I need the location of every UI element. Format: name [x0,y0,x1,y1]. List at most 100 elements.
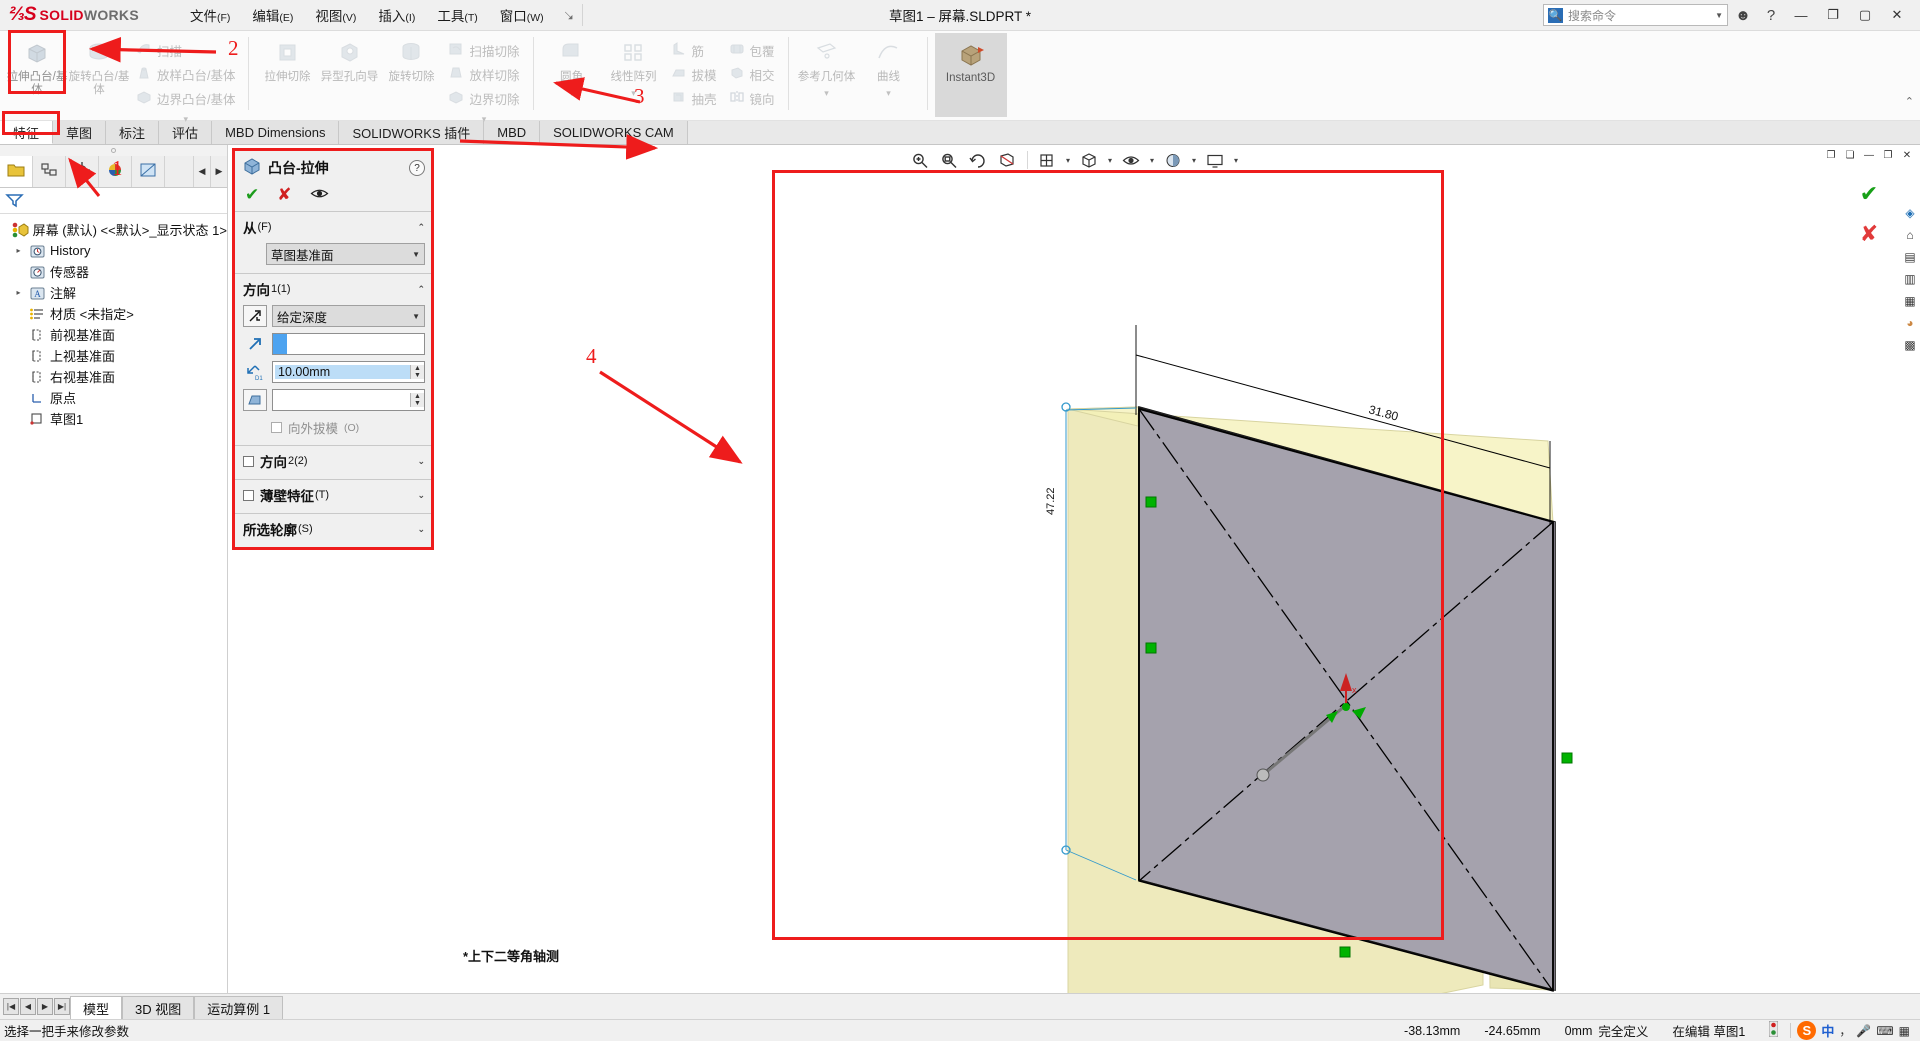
chevron-down-icon[interactable]: ⌄ [417,524,425,535]
linear-pattern-button[interactable]: 线性阵列 [603,33,665,84]
tab-solidworks-cam[interactable]: SOLIDWORKS CAM [540,121,688,144]
tree-item-annotations[interactable]: ▸ A 注解 [4,282,227,303]
chevron-down-icon[interactable]: ▼ [412,312,420,321]
boss-group-caret[interactable]: ▾ [130,110,241,128]
menu-tools[interactable]: 工具(T) [426,0,488,30]
doc-tab-3dviews[interactable]: 3D 视图 [122,996,195,1019]
swept-cut-button[interactable]: 扫描切除 [442,38,525,62]
reference-geometry-button[interactable]: 参考几何体 [796,33,858,84]
tree-item-front-plane[interactable]: 前视基准面 [4,324,227,345]
section-direction2[interactable]: 方向 2(2) ⌄ [235,446,431,480]
hole-wizard-button[interactable]: 异型孔向导 [318,33,380,84]
search-input[interactable]: 🔍 搜索命令 ▼ [1543,4,1728,26]
rib-button[interactable]: 筋 [665,38,723,62]
refgeo-caret[interactable]: ▾ [824,84,829,102]
chevron-down-icon[interactable]: ▼ [412,250,420,259]
cancel-button[interactable]: ✘ [277,185,291,205]
instant3d-button[interactable]: Instant3D [934,33,1007,117]
section-selected-contours[interactable]: 所选轮廓 (S) ⌄ [235,514,431,547]
depth-spinner[interactable]: ▲ ▼ [410,365,424,379]
chevron-down-icon[interactable]: ▼ [1715,11,1723,20]
fillet-caret[interactable]: ▾ [569,84,574,102]
boundary-cut-button[interactable]: 边界切除 [442,86,525,110]
spin-up[interactable]: ▲ [411,365,424,372]
tree-item-material[interactable]: 材质 <未指定> [4,303,227,324]
ok-button[interactable]: ✔ [245,185,259,205]
minimize-button[interactable]: — [1786,2,1816,28]
tree-item-part[interactable]: 屏幕 (默认) <<默认>_显示状态 1> [4,219,227,240]
tab-prev-button[interactable]: ◀ [20,998,36,1015]
tree-item-history[interactable]: ▸ History [4,240,227,261]
ime-punctuation-icon[interactable]: ， [1839,1022,1851,1039]
draft-button[interactable]: 拔模 [665,62,723,86]
draft-angle-input[interactable]: ▲ ▼ [272,389,425,411]
menu-window[interactable]: 窗口(W) [489,0,555,30]
tab-first-button[interactable]: |◀ [3,998,19,1015]
chevron-down-icon[interactable]: ⌄ [417,456,425,467]
nav-prev-arrow[interactable]: ◀ [193,156,210,187]
graphics-area[interactable]: ▾ ▾ ▾ ▾ ▾ ❐ ❏ — ❐ ✕ ✔ ✘ ◈ ⌂ ▤ ▥ ▦ ◕ ▩ 31… [228,145,1920,993]
draft-outward-row[interactable]: 向外拔模 (O) [243,418,425,437]
menu-edit[interactable]: 编辑(E) [241,0,304,30]
help-icon[interactable]: ? [409,160,425,176]
tab-last-button[interactable]: ▶| [54,998,70,1015]
tree-item-right-plane[interactable]: 右视基准面 [4,366,227,387]
section-direction1-header[interactable]: 方向 1(1) ⌃ [243,279,425,299]
tree-item-origin[interactable]: 原点 [4,387,227,408]
depth-input[interactable]: 10.00mm ▲ ▼ [272,361,425,383]
chevron-up-icon[interactable]: ⌃ [417,284,425,295]
close-button[interactable]: ✕ [1882,2,1912,28]
spin-down[interactable]: ▼ [411,400,424,407]
curves-caret[interactable]: ▾ [886,84,891,102]
section-thin-feature[interactable]: 薄壁特征 (T) ⌄ [235,480,431,514]
ime-voice-icon[interactable]: 🎤 [1856,1024,1871,1038]
thin-feature-checkbox[interactable] [243,489,254,501]
restore-button[interactable]: ❐ [1818,2,1848,28]
spin-up[interactable]: ▲ [411,393,424,400]
sogou-logo-icon[interactable]: S [1797,1021,1817,1040]
section-selected-contours-header[interactable]: 所选轮廓 (S) ⌄ [243,519,425,539]
tab-next-button[interactable]: ▶ [37,998,53,1015]
section-direction2-header[interactable]: 方向 2(2) ⌄ [243,451,425,471]
nav-next-arrow[interactable]: ▶ [210,156,227,187]
ribbon-collapse-icon[interactable]: ⌃ [1905,95,1914,108]
section-thin-feature-header[interactable]: 薄壁特征 (T) ⌄ [243,485,425,505]
swept-boss-button[interactable]: 扫描 [130,38,241,62]
chevron-down-icon[interactable]: ⌄ [417,490,425,501]
from-condition-select[interactable]: 草图基准面 ▼ [266,243,425,265]
chevron-up-icon[interactable]: ⌃ [417,222,425,233]
draft-spinner[interactable]: ▲ ▼ [410,393,424,407]
fillet-button[interactable]: 圆角 [541,33,603,84]
menu-view[interactable]: 视图(V) [304,0,367,30]
extruded-cut-button[interactable]: 拉伸切除 [256,33,318,84]
doc-tab-model[interactable]: 模型 [70,996,123,1019]
draft-outward-checkbox[interactable] [271,422,282,433]
help-icon[interactable]: ? [1758,3,1784,27]
panel-handle[interactable] [0,145,227,156]
twisty-icon[interactable]: ▸ [12,288,25,297]
tree-item-sketch1[interactable]: 草图1 [4,408,227,429]
tree-filter-bar[interactable] [0,188,227,214]
wrap-button[interactable]: 包覆 [723,38,781,62]
user-account-icon[interactable]: ☻ [1730,3,1756,27]
end-condition-select[interactable]: 给定深度 ▼ [272,305,425,327]
detailed-preview-icon[interactable] [310,187,329,203]
sidebar-item-configuration-manager[interactable] [66,156,99,187]
pin-icon[interactable]: ➝ [558,5,579,25]
sidebar-item-feature-manager[interactable] [0,156,33,187]
revolved-cut-button[interactable]: 旋转切除 [380,33,442,84]
menu-file[interactable]: 文件(F) [179,0,241,30]
model-viewport[interactable]: 31.80 47.22 x [228,145,1920,993]
extruded-boss-base-button[interactable]: 拉伸凸台/基体 [6,33,68,98]
direction2-checkbox[interactable] [243,455,254,467]
ime-toolbox-icon[interactable]: ⌨ [1876,1024,1893,1038]
boundary-boss-button[interactable]: 边界凸台/基体 [130,86,241,110]
ime-settings-icon[interactable]: ▦ [1899,1024,1910,1038]
doc-tab-motion-study[interactable]: 运动算例 1 [194,996,284,1019]
lofted-cut-button[interactable]: 放样切除 [442,62,525,86]
revolved-boss-base-button[interactable]: 旋转凸台/基体 [68,33,130,98]
mirror-button[interactable]: 镜向 [723,86,781,110]
tab-features[interactable]: 特征 [0,121,54,144]
tree-item-sensors[interactable]: 传感器 [4,261,227,282]
maximize-button[interactable]: ▢ [1850,2,1880,28]
